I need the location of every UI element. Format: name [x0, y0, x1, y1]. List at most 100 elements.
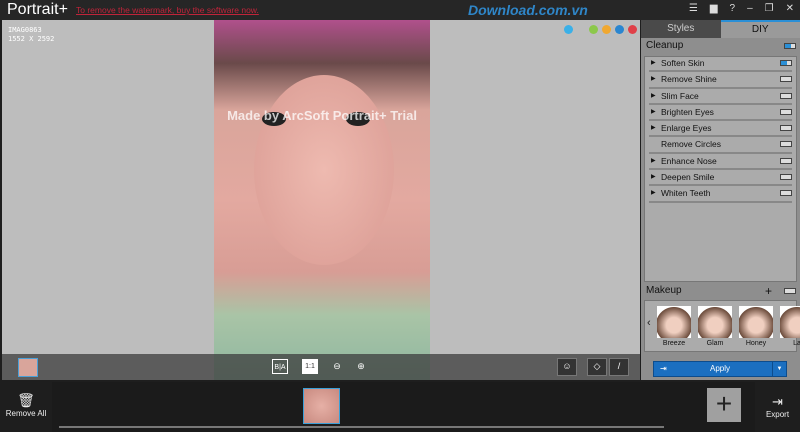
- cleanup-toggle[interactable]: [780, 190, 792, 197]
- tab-diy[interactable]: DIY: [720, 20, 800, 38]
- cleanup-slider[interactable]: [649, 119, 792, 122]
- cleanup-toggle[interactable]: [780, 76, 792, 83]
- makeup-toggle[interactable]: [784, 288, 796, 294]
- makeup-presets: ‹ › BreezeGlamHoneyLa: [644, 300, 800, 352]
- trial-watermark: Made by ArcSoft Portrait+ Trial: [227, 108, 417, 123]
- cleanup-slider[interactable]: [649, 200, 792, 203]
- cleanup-toggle[interactable]: [780, 157, 792, 164]
- restore-icon[interactable]: ❐: [765, 3, 774, 14]
- expand-icon[interactable]: ▶: [651, 122, 656, 135]
- makeup-preset-label: Breeze: [662, 340, 686, 347]
- before-after-button[interactable]: B|A: [272, 359, 288, 374]
- feedback-icon[interactable]: ▆: [710, 3, 718, 14]
- actual-size-button[interactable]: 1:1: [302, 359, 318, 374]
- cleanup-item-label: Enlarge Eyes: [661, 123, 712, 134]
- makeup-preset[interactable]: [657, 306, 691, 338]
- filmstrip: +: [52, 382, 755, 432]
- cleanup-item[interactable]: ▶ Deepen Smile: [645, 171, 796, 187]
- image-name: IMAG0863: [8, 26, 42, 34]
- expand-icon[interactable]: ▶: [651, 90, 656, 103]
- cleanup-slider[interactable]: [649, 151, 792, 154]
- cleanup-item-label: Deepen Smile: [661, 172, 715, 183]
- cleanup-item-label: Slim Face: [661, 90, 699, 101]
- cleanup-toggle[interactable]: [780, 125, 792, 132]
- color-dot[interactable]: [564, 25, 573, 34]
- image-size: 1552 X 2592: [8, 35, 55, 43]
- apply-dropdown-icon[interactable]: ▼: [772, 362, 786, 376]
- trash-icon: 🗑: [17, 392, 35, 408]
- cleanup-slider[interactable]: [649, 168, 792, 171]
- color-dot[interactable]: [615, 25, 624, 34]
- expand-icon[interactable]: ▶: [651, 73, 656, 86]
- export-label: Export: [765, 410, 790, 419]
- filmstrip-scrollbar[interactable]: [59, 426, 664, 428]
- cleanup-toggle[interactable]: [780, 174, 792, 181]
- expand-icon[interactable]: ▶: [651, 187, 656, 200]
- cleanup-item-label: Remove Shine: [661, 74, 717, 85]
- remove-all-button[interactable]: 🗑 Remove All: [0, 382, 52, 432]
- cleanup-slider[interactable]: [649, 102, 792, 105]
- color-dot[interactable]: [589, 25, 598, 34]
- makeup-preset-label: Honey: [745, 340, 767, 347]
- export-button[interactable]: ⇥ Export: [755, 382, 800, 432]
- filmstrip-thumbnail[interactable]: [303, 388, 340, 424]
- expand-icon[interactable]: ▶: [651, 171, 656, 184]
- minimize-icon[interactable]: –: [747, 3, 753, 14]
- cleanup-toggle[interactable]: [784, 43, 796, 49]
- add-photo-button[interactable]: +: [707, 388, 741, 422]
- apply-label: Apply: [709, 364, 730, 373]
- cleanup-toggle[interactable]: [780, 141, 792, 148]
- cleanup-item-label: Remove Circles: [661, 139, 721, 150]
- cleanup-item[interactable]: ▶ Enhance Nose: [645, 155, 796, 171]
- color-dot[interactable]: [628, 25, 637, 34]
- cleanup-item-label: Brighten Eyes: [661, 106, 714, 117]
- face-thumbnail[interactable]: [18, 358, 38, 377]
- eraser-icon[interactable]: ◇: [587, 358, 607, 376]
- zoom-out-icon[interactable]: ⊖: [329, 359, 345, 374]
- zoom-in-icon[interactable]: ⊕: [353, 359, 369, 374]
- add-makeup-button[interactable]: +: [765, 283, 772, 299]
- brush-icon[interactable]: /: [609, 358, 629, 376]
- site-watermark: Download.com.vn: [468, 2, 588, 18]
- buy-link[interactable]: To remove the watermark, buy the softwar…: [76, 5, 259, 15]
- cleanup-item[interactable]: ▶ Enlarge Eyes: [645, 122, 796, 138]
- expand-icon[interactable]: ▶: [651, 155, 656, 168]
- cleanup-slider[interactable]: [649, 184, 792, 187]
- cleanup-slider[interactable]: [649, 86, 792, 89]
- cleanup-toggle[interactable]: [780, 108, 792, 115]
- color-dot[interactable]: [602, 25, 611, 34]
- title-bar: Portrait+ To remove the watermark, buy t…: [0, 0, 800, 20]
- cleanup-item[interactable]: Remove Circles: [645, 138, 796, 154]
- help-icon[interactable]: ?: [730, 3, 736, 14]
- expand-icon[interactable]: ▶: [651, 57, 656, 70]
- expand-icon[interactable]: ▶: [651, 106, 656, 119]
- cleanup-item-label: Soften Skin: [661, 58, 705, 68]
- cleanup-slider[interactable]: [649, 135, 792, 138]
- face: [254, 75, 394, 265]
- makeup-preset-label: La: [793, 340, 800, 347]
- makeup-preset[interactable]: [698, 306, 732, 338]
- cleanup-item[interactable]: ▶ Brighten Eyes: [645, 106, 796, 122]
- cleanup-toggle[interactable]: [780, 60, 792, 66]
- cleanup-header: Cleanup: [641, 38, 800, 54]
- export-icon: ⇥: [772, 394, 783, 409]
- tab-styles[interactable]: Styles: [641, 20, 721, 38]
- cleanup-item-label: Whiten Teeth: [661, 188, 711, 199]
- photo[interactable]: Made by ArcSoft Portrait+ Trial: [214, 20, 430, 380]
- cleanup-item[interactable]: ▶ Soften Skin: [645, 57, 796, 73]
- cleanup-item[interactable]: ▶ Slim Face: [645, 90, 796, 106]
- cleanup-slider[interactable]: [649, 70, 792, 73]
- right-panel: Styles DIY Cleanup ▶ Soften Skin ▶ Remove S…: [641, 20, 800, 380]
- menu-icon[interactable]: ☰: [689, 3, 698, 14]
- cleanup-toggle[interactable]: [780, 92, 792, 99]
- makeup-header: Makeup +: [641, 283, 800, 299]
- cleanup-title: Cleanup: [646, 40, 684, 51]
- makeup-preset[interactable]: [739, 306, 773, 338]
- makeup-preset[interactable]: [780, 306, 800, 338]
- apply-button[interactable]: ⇥ Apply ▼: [653, 361, 787, 377]
- prev-icon[interactable]: ‹: [647, 317, 651, 329]
- cleanup-item[interactable]: ▶ Remove Shine: [645, 73, 796, 89]
- cleanup-item[interactable]: ▶ Whiten Teeth: [645, 187, 796, 203]
- face-detect-icon[interactable]: ☺: [557, 358, 577, 376]
- close-icon[interactable]: ✕: [786, 3, 794, 14]
